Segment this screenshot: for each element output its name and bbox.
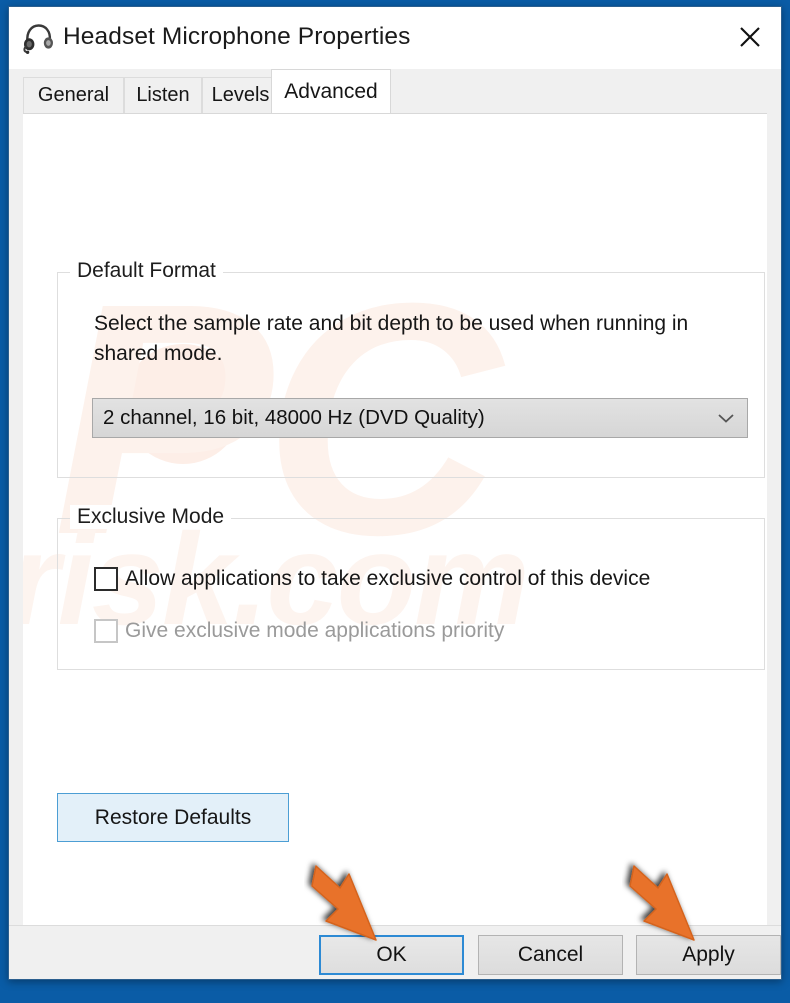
close-icon — [737, 24, 763, 50]
close-button[interactable] — [719, 7, 781, 67]
default-format-combobox-value: 2 channel, 16 bit, 48000 Hz (DVD Quality… — [103, 406, 485, 429]
checkbox-allow-exclusive-control-box[interactable] — [94, 567, 118, 591]
window-title: Headset Microphone Properties — [63, 23, 411, 50]
exclusive-mode-group-title: Exclusive Mode — [70, 505, 232, 529]
desktop-background: Headset Microphone Properties General Li… — [0, 0, 790, 1003]
ok-button[interactable]: OK — [319, 935, 464, 975]
apply-button[interactable]: Apply — [636, 935, 781, 975]
tab-general-label: General — [37, 84, 110, 106]
dialog-footer: OK Cancel Apply — [9, 925, 781, 979]
tab-listen-label: Listen — [136, 84, 190, 106]
tab-levels-label: Levels — [211, 84, 270, 106]
tab-listen[interactable]: Listen — [124, 77, 202, 113]
ok-button-label: OK — [376, 943, 407, 966]
chevron-down-icon — [705, 412, 747, 424]
properties-dialog: Headset Microphone Properties General Li… — [8, 6, 782, 980]
default-format-combobox[interactable]: 2 channel, 16 bit, 48000 Hz (DVD Quality… — [92, 398, 748, 438]
restore-defaults-button[interactable]: Restore Defaults — [57, 793, 289, 842]
default-format-group-title: Default Format — [70, 259, 223, 283]
tab-content-advanced: PC risk.com Default Format Select the sa… — [23, 113, 767, 927]
tab-advanced-label: Advanced — [284, 79, 378, 103]
exclusive-mode-group: Exclusive Mode Allow applications to tak… — [57, 505, 765, 670]
cancel-button-label: Cancel — [517, 943, 584, 966]
checkbox-exclusive-mode-priority-box — [94, 619, 118, 643]
checkbox-exclusive-mode-priority-label: Give exclusive mode applications priorit… — [125, 619, 505, 642]
title-bar: Headset Microphone Properties — [9, 7, 781, 69]
apply-button-label: Apply — [682, 943, 735, 966]
cancel-button[interactable]: Cancel — [478, 935, 623, 975]
tab-general[interactable]: General — [23, 77, 124, 113]
checkbox-exclusive-mode-priority: Give exclusive mode applications priorit… — [94, 619, 504, 643]
checkbox-allow-exclusive-control[interactable]: Allow applications to take exclusive con… — [94, 567, 650, 591]
headset-icon — [21, 21, 55, 55]
default-format-group: Default Format Select the sample rate an… — [57, 259, 765, 478]
default-format-description: Select the sample rate and bit depth to … — [94, 312, 689, 365]
tab-strip: General Listen Levels Advanced — [9, 69, 781, 113]
tab-advanced[interactable]: Advanced — [271, 69, 391, 113]
tab-levels[interactable]: Levels — [202, 77, 279, 113]
restore-defaults-label: Restore Defaults — [94, 805, 252, 829]
checkbox-allow-exclusive-control-label: Allow applications to take exclusive con… — [125, 567, 651, 590]
